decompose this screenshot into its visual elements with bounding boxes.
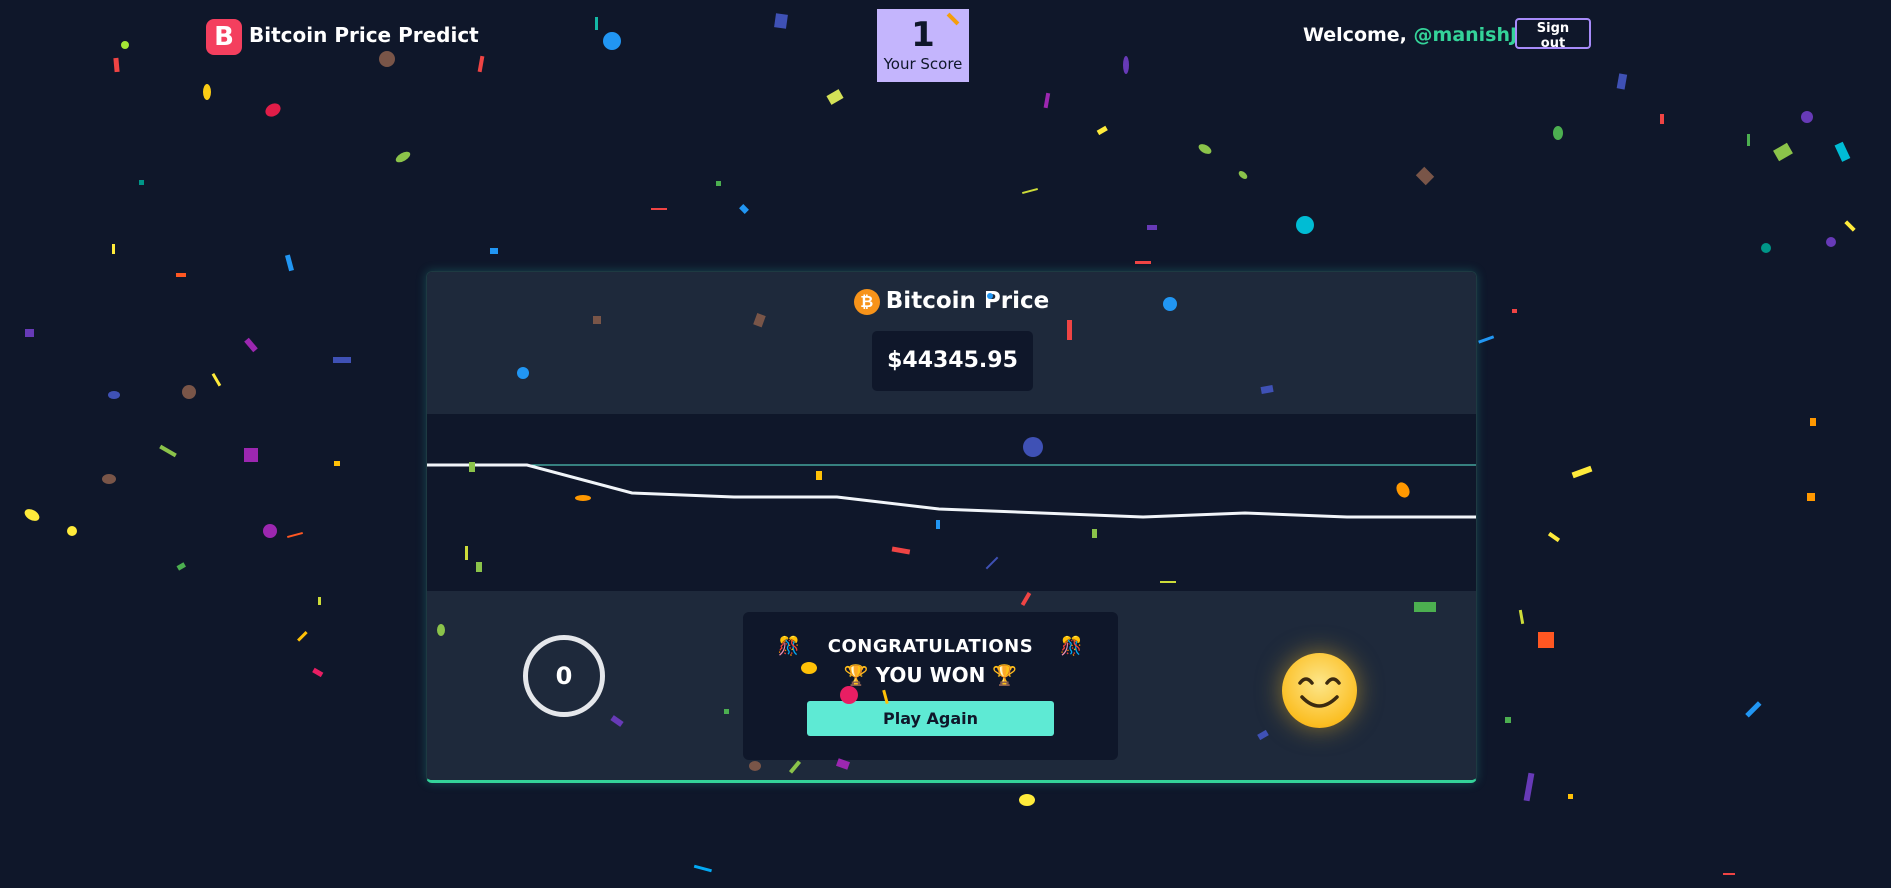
play-again-button[interactable]: Play Again (807, 701, 1054, 736)
congrats-text: CONGRATULATIONS (827, 636, 1034, 657)
score-value: 1 (911, 15, 935, 55)
trophy-icon-left: 🏆 (843, 663, 869, 687)
price-line (427, 463, 1476, 519)
welcome-message: Welcome, @manishJ (1303, 24, 1517, 46)
smiling-face-icon (1282, 653, 1357, 728)
congrats-line: 🎊 CONGRATULATIONS 🎊 (743, 636, 1118, 657)
sign-out-button[interactable]: Sign out (1515, 18, 1591, 51)
trophy-icon-right: 🏆 (992, 663, 1018, 687)
game-card: ₿ Bitcoin Price $44345.95 0 🎊 CONGRATULAT… (426, 271, 1477, 783)
logo-icon: B (206, 19, 242, 55)
price-section: ₿ Bitcoin Price $44345.95 (427, 272, 1476, 414)
price-chart-svg (427, 463, 1476, 519)
welcome-text: Welcome, (1303, 24, 1414, 46)
result-box: 🎊 CONGRATULATIONS 🎊 🏆 YOU WON 🏆 Play Aga… (743, 612, 1118, 760)
won-text: YOU WON (875, 663, 986, 687)
result-section: 0 🎊 CONGRATULATIONS 🎊 🏆 YOU WON 🏆 Play A… (427, 591, 1476, 780)
current-price: $44345.95 (872, 331, 1033, 391)
party-icon-right: 🎊 (1060, 636, 1084, 657)
username: @manishJ (1413, 24, 1518, 46)
score-label: Your Score (883, 55, 963, 73)
won-line: 🏆 YOU WON 🏆 (743, 663, 1118, 687)
app-title: Bitcoin Price Predict (249, 23, 479, 47)
price-chart (427, 414, 1476, 591)
bitcoin-icon: ₿ (853, 288, 880, 315)
score-box: 1 Your Score (877, 9, 969, 82)
header: B Bitcoin Price Predict 1 Your Score Wel… (0, 0, 1891, 82)
price-title: ₿ Bitcoin Price (427, 288, 1476, 315)
party-icon-left: 🎊 (777, 636, 801, 657)
countdown-timer: 0 (523, 635, 605, 717)
price-title-text: Bitcoin Price (885, 288, 1050, 314)
